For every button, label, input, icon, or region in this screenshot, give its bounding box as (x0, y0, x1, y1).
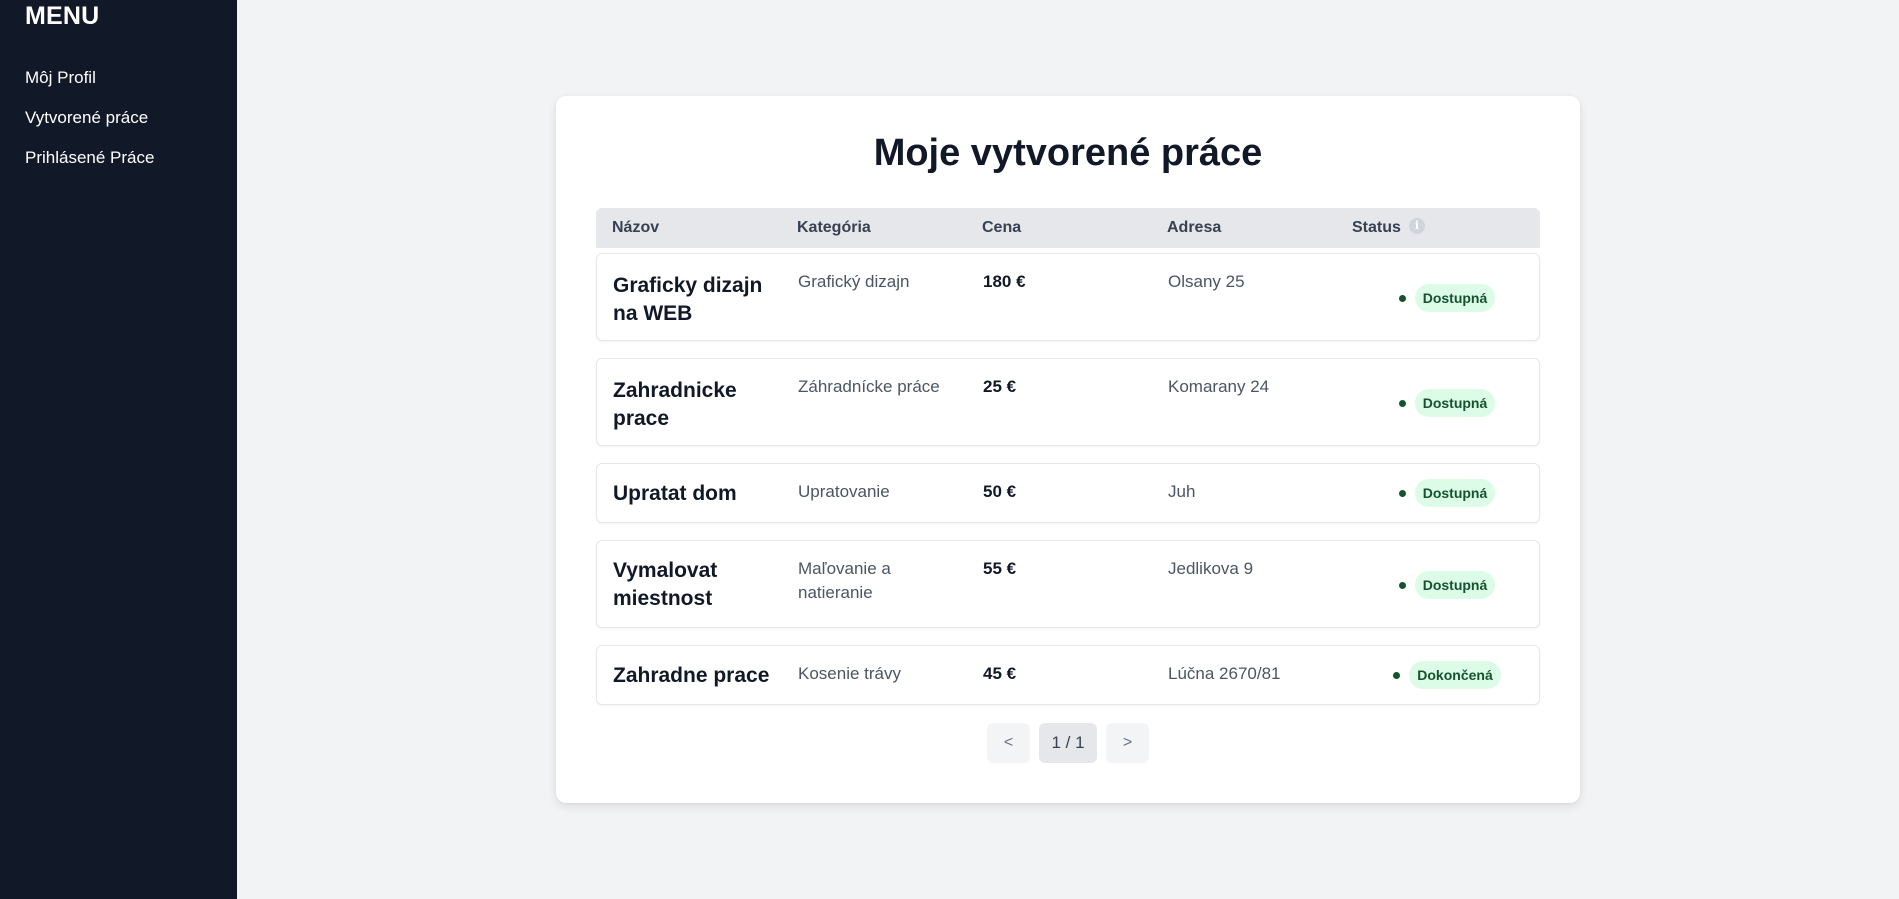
status-badge: Dostupná (1414, 479, 1496, 507)
prev-page-button[interactable]: < (987, 723, 1030, 763)
table-row[interactable]: Vymalovat miestnost Maľovanie a natieran… (596, 540, 1540, 628)
job-name: Zahradnicke prace (613, 379, 737, 430)
job-address: Lúčna 2670/81 (1168, 664, 1281, 683)
status-dot-icon (1398, 489, 1406, 497)
status-badge: Dostupná (1414, 389, 1496, 417)
status-badge: Dostupná (1414, 571, 1496, 599)
sidebar-title: MENU (25, 2, 100, 30)
sidebar-item-moj-profil[interactable]: Môj Profil (25, 66, 154, 106)
table-row[interactable]: Upratat dom Upratovanie 50 € Juh Dostupn… (596, 463, 1540, 523)
job-address: Olsany 25 (1168, 272, 1245, 291)
job-address: Komarany 24 (1168, 377, 1270, 396)
status-badge: Dokončená (1409, 661, 1501, 689)
sidebar-nav: Môj Profil Vytvorené práce Prihlásené Pr… (25, 66, 154, 186)
job-name: Vymalovat miestnost (613, 559, 718, 610)
next-page-button[interactable]: > (1106, 723, 1149, 763)
job-address: Jedlikova 9 (1168, 559, 1254, 578)
job-price: 180 € (983, 272, 1026, 291)
job-category: Grafický dizajn (798, 272, 910, 291)
status-cell: Dokončená (1353, 661, 1541, 689)
column-header-address: Adresa (1167, 219, 1222, 236)
column-header-name: Názov (612, 219, 660, 236)
status-dot-icon (1398, 581, 1406, 589)
status-cell: Dostupná (1353, 284, 1541, 312)
column-header-category: Kategória (797, 219, 871, 236)
table-row[interactable]: Graficky dizajn na WEB Grafický dizajn 1… (596, 253, 1540, 341)
job-category: Kosenie trávy (798, 664, 901, 683)
job-price: 45 € (983, 664, 1017, 683)
job-category: Záhradnícke práce (798, 377, 940, 396)
info-icon[interactable]: i (1408, 218, 1425, 235)
status-badge: Dostupná (1414, 284, 1496, 312)
job-price: 55 € (983, 559, 1017, 578)
page-title: Moje vytvorené práce (873, 132, 1263, 174)
pagination: < 1 / 1 > (556, 723, 1580, 763)
status-cell: Dostupná (1353, 479, 1541, 507)
column-header-price: Cena (982, 219, 1022, 236)
job-address: Juh (1168, 482, 1196, 501)
jobs-card: Moje vytvorené práce Názov Kategória Cen… (556, 96, 1580, 803)
job-price: 25 € (983, 377, 1017, 396)
column-header-status: Status i (1352, 208, 1425, 248)
job-price: 50 € (983, 482, 1017, 501)
table-row[interactable]: Zahradnicke prace Záhradnícke práce 25 €… (596, 358, 1540, 446)
status-dot-icon (1393, 671, 1401, 679)
sidebar-item-prihlasene-prace[interactable]: Prihlásené Práce (25, 146, 154, 186)
sidebar: MENU Môj Profil Vytvorené práce Prihláse… (0, 0, 237, 899)
status-dot-icon (1398, 294, 1406, 302)
job-name: Zahradne prace (613, 664, 770, 687)
job-name: Upratat dom (613, 482, 737, 505)
sidebar-item-vytvorene-prace[interactable]: Vytvorené práce (25, 106, 154, 146)
job-category: Maľovanie a natieranie (798, 559, 891, 602)
job-category: Upratovanie (798, 482, 890, 501)
page-indicator: 1 / 1 (1039, 723, 1097, 763)
job-name: Graficky dizajn na WEB (613, 274, 763, 325)
table-row[interactable]: Zahradne prace Kosenie trávy 45 € Lúčna … (596, 645, 1540, 705)
status-cell: Dostupná (1353, 571, 1541, 599)
column-header-status-label: Status (1352, 219, 1401, 236)
table-header: Názov Kategória Cena Adresa Status i (596, 208, 1540, 248)
status-dot-icon (1398, 399, 1406, 407)
status-cell: Dostupná (1353, 389, 1541, 417)
